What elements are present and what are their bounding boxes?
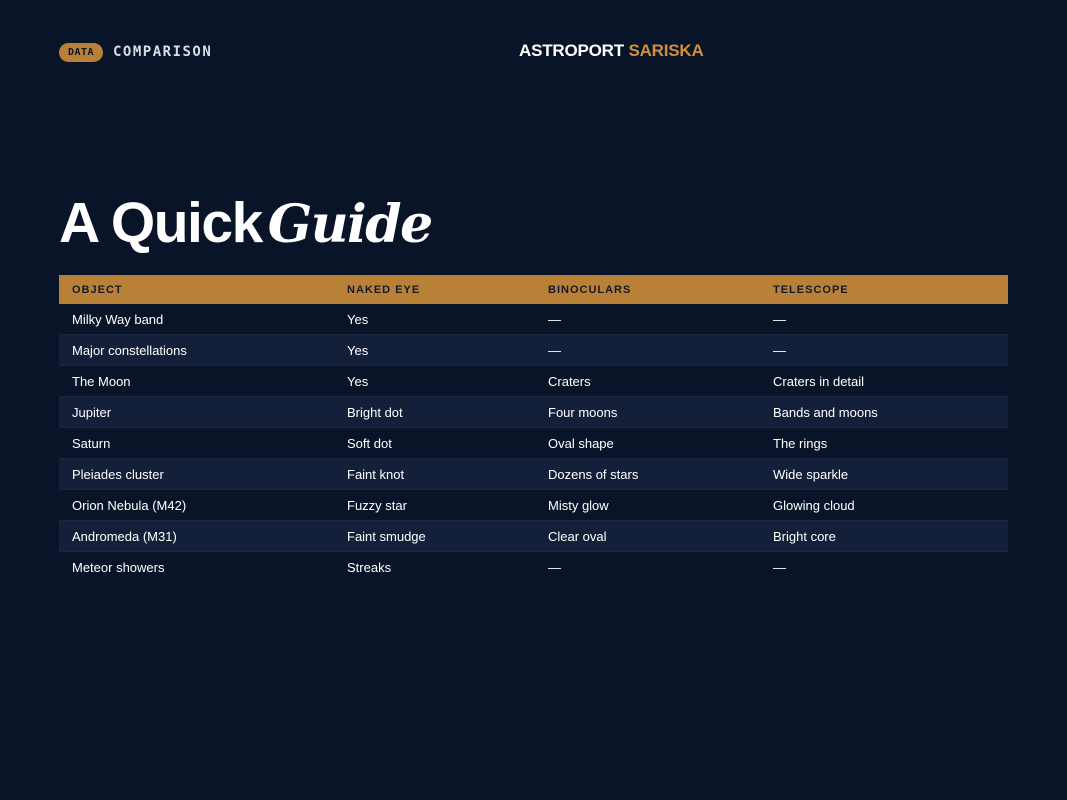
table-row: Milky Way band Yes — — [59,304,1008,335]
cell-naked-eye: Yes [334,334,535,366]
table-row: Andromeda (M31) Faint smudge Clear oval … [59,520,1008,552]
column-header-telescope: TELESCOPE [760,275,1008,304]
cell-object: The Moon [59,365,334,397]
cell-naked-eye: Fuzzy star [334,489,535,521]
column-header-naked-eye: NAKED EYE [334,275,535,304]
cell-telescope: Bands and moons [760,396,1008,428]
section-label: COMPARISON [113,44,213,60]
cell-object: Pleiades cluster [59,458,334,490]
cell-binoculars: Craters [535,365,760,397]
cell-naked-eye: Yes [334,365,535,397]
table-row: Pleiades cluster Faint knot Dozens of st… [59,458,1008,490]
cell-telescope: The rings [760,427,1008,459]
brand-name-primary: ASTROPORT [519,41,624,60]
cell-telescope: Glowing cloud [760,489,1008,521]
table-row: Orion Nebula (M42) Fuzzy star Misty glow… [59,489,1008,521]
cell-object: Saturn [59,427,334,459]
column-header-object: OBJECT [59,275,334,304]
cell-object: Andromeda (M31) [59,520,334,552]
cell-binoculars: Clear oval [535,520,760,552]
brand-name-accent: SARISKA [628,41,704,60]
cell-binoculars: — [535,551,760,582]
cell-telescope: Craters in detail [760,365,1008,397]
cell-object: Meteor showers [59,551,334,582]
table-row: The Moon Yes Craters Craters in detail [59,365,1008,397]
cell-object: Milky Way band [59,304,334,335]
cell-naked-eye: Yes [334,304,535,335]
cell-naked-eye: Streaks [334,551,535,582]
cell-telescope: — [760,551,1008,582]
table-header-row: OBJECT NAKED EYE BINOCULARS TELESCOPE [59,275,1008,304]
cell-object: Jupiter [59,396,334,428]
page-title-italic: Guide [267,194,433,255]
cell-object: Orion Nebula (M42) [59,489,334,521]
top-bar: DATA COMPARISON ASTROPORT SARISKA [59,41,1008,63]
data-tag-badge: DATA [59,43,103,62]
cell-binoculars: Oval shape [535,427,760,459]
brand-logo: ASTROPORT SARISKA [519,41,704,61]
cell-naked-eye: Soft dot [334,427,535,459]
cell-telescope: Wide sparkle [760,458,1008,490]
cell-telescope: — [760,304,1008,335]
table-row: Meteor showers Streaks — — [59,551,1008,582]
table-row: Saturn Soft dot Oval shape The rings [59,427,1008,459]
table-row: Jupiter Bright dot Four moons Bands and … [59,396,1008,428]
page-title-main: A Quick [59,191,263,255]
table-row: Major constellations Yes — — [59,334,1008,366]
page-title: A Quick Guide [59,194,433,255]
cell-telescope: Bright core [760,520,1008,552]
cell-binoculars: Misty glow [535,489,760,521]
cell-naked-eye: Faint smudge [334,520,535,552]
cell-object: Major constellations [59,334,334,366]
column-header-binoculars: BINOCULARS [535,275,760,304]
cell-naked-eye: Faint knot [334,458,535,490]
cell-binoculars: Four moons [535,396,760,428]
comparison-table: OBJECT NAKED EYE BINOCULARS TELESCOPE Mi… [59,275,1008,582]
cell-naked-eye: Bright dot [334,396,535,428]
cell-binoculars: — [535,334,760,366]
cell-telescope: — [760,334,1008,366]
cell-binoculars: Dozens of stars [535,458,760,490]
cell-binoculars: — [535,304,760,335]
